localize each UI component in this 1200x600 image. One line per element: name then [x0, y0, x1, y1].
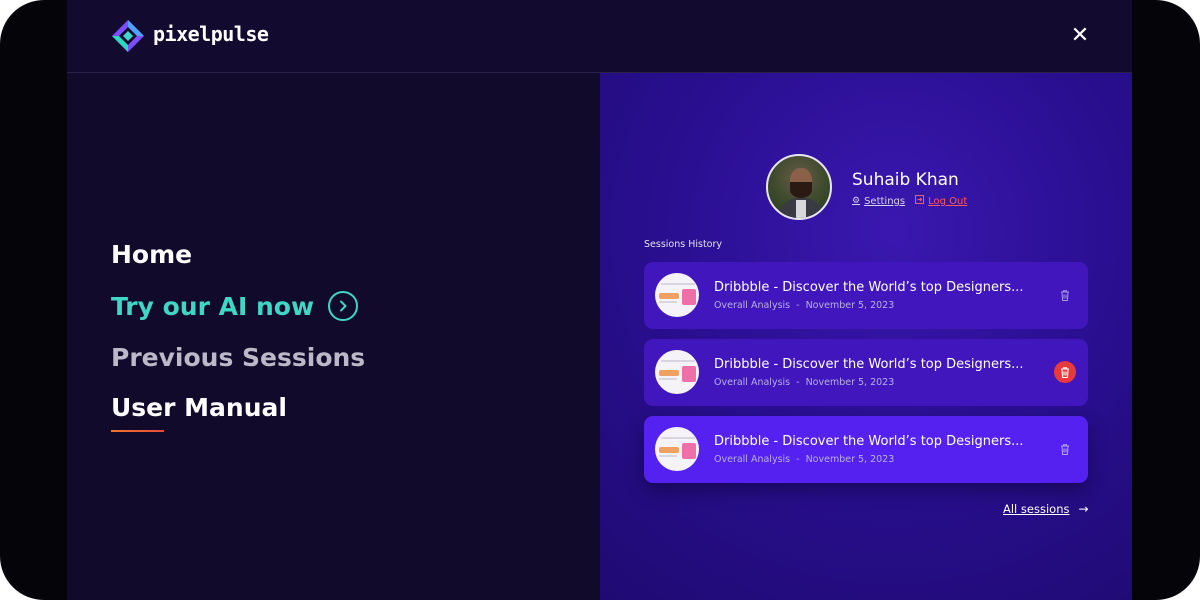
- nav-item-home[interactable]: Home: [111, 240, 192, 269]
- nav-item-previous-sessions[interactable]: Previous Sessions: [111, 343, 365, 372]
- logout-icon: [915, 195, 925, 207]
- arrow-right-icon: →: [1078, 502, 1089, 516]
- session-meta: Overall Analysis - November 5, 2023: [714, 454, 894, 465]
- device-frame: pixelpulse ✕ Home Try our AI now Previou…: [0, 0, 1200, 600]
- profile-links: ⚙ Settings Log Out: [852, 195, 967, 207]
- session-type: Overall Analysis: [714, 300, 791, 311]
- pixelpulse-logo-icon: [112, 20, 144, 52]
- trash-icon: [1061, 443, 1069, 455]
- nav-item-label: Previous Sessions: [111, 343, 366, 372]
- session-thumbnail: [655, 350, 699, 394]
- nav-item-try-ai[interactable]: Try our AI now: [111, 291, 359, 321]
- all-sessions-label: All sessions: [1003, 502, 1070, 516]
- session-date: November 5, 2023: [805, 377, 895, 388]
- sessions-history-title: Sessions History: [644, 239, 723, 250]
- all-sessions-link[interactable]: All sessions →: [1003, 502, 1089, 516]
- user-name: Suhaib Khan: [852, 170, 959, 190]
- left-menu-panel: Home Try our AI now Previous Sessions Us…: [67, 73, 600, 600]
- profile-panel: Suhaib Khan ⚙ Settings Log Out Sessions …: [600, 73, 1132, 600]
- session-thumbnail: [655, 273, 699, 317]
- gear-icon: ⚙: [852, 196, 861, 206]
- settings-link[interactable]: ⚙ Settings: [852, 196, 905, 207]
- session-card[interactable]: Dribbble - Discover the World’s top Desi…: [644, 262, 1088, 329]
- logout-link[interactable]: Log Out: [915, 195, 967, 207]
- active-nav-underline: [111, 430, 164, 432]
- nav-item-label: User Manual: [111, 393, 287, 422]
- session-type: Overall Analysis: [714, 454, 791, 465]
- delete-session-button[interactable]: [1054, 284, 1076, 306]
- settings-label: Settings: [864, 195, 906, 207]
- session-type: Overall Analysis: [714, 377, 791, 388]
- session-card[interactable]: Dribbble - Discover the World’s top Desi…: [644, 339, 1088, 406]
- session-title: Dribbble - Discover the World’s top Desi…: [714, 357, 1024, 372]
- close-button[interactable]: ✕: [1067, 25, 1093, 47]
- session-card-selected[interactable]: Dribbble - Discover the World’s top Desi…: [644, 416, 1088, 483]
- session-separator: -: [796, 377, 800, 388]
- brand-name: pixelpulse: [153, 22, 269, 46]
- nav-item-label: Home: [111, 240, 193, 269]
- session-date: November 5, 2023: [805, 300, 895, 311]
- nav-item-user-manual[interactable]: User Manual: [111, 393, 287, 422]
- delete-session-button[interactable]: [1054, 361, 1076, 383]
- avatar: [766, 154, 832, 220]
- trash-icon: [1061, 366, 1069, 378]
- nav-item-label: Try our AI now: [111, 291, 315, 321]
- session-meta: Overall Analysis - November 5, 2023: [714, 377, 894, 388]
- app-screen: pixelpulse ✕ Home Try our AI now Previou…: [67, 0, 1132, 600]
- logout-label: Log Out: [928, 195, 968, 207]
- session-meta: Overall Analysis - November 5, 2023: [714, 300, 894, 311]
- session-title: Dribbble - Discover the World’s top Desi…: [714, 280, 1024, 295]
- delete-session-button[interactable]: [1054, 438, 1076, 460]
- chevron-right-circle-icon: [328, 291, 359, 321]
- close-icon: ✕: [1070, 23, 1090, 48]
- session-separator: -: [796, 300, 800, 311]
- session-date: November 5, 2023: [805, 454, 895, 465]
- session-separator: -: [796, 454, 800, 465]
- trash-icon: [1061, 289, 1069, 301]
- top-bar: pixelpulse ✕: [67, 0, 1132, 73]
- session-thumbnail: [655, 427, 699, 471]
- session-title: Dribbble - Discover the World’s top Desi…: [714, 434, 1024, 449]
